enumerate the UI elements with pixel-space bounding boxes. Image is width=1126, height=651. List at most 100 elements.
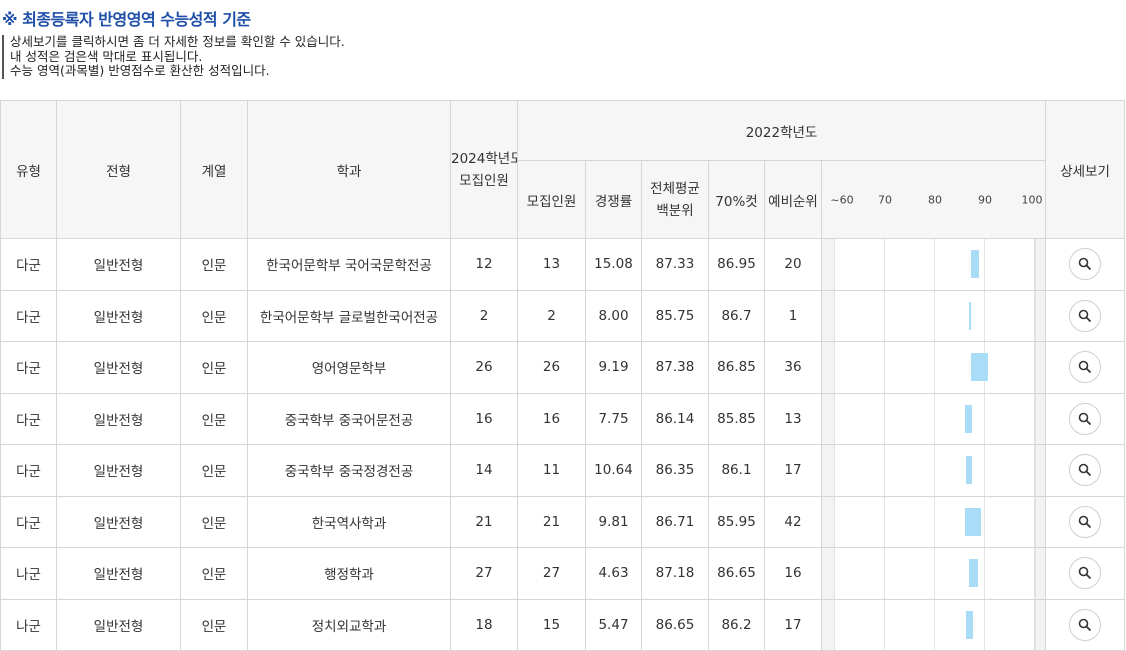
row-detail-cell [1045, 495, 1126, 548]
row-type: 나군 [0, 598, 57, 651]
row-waitlist: 1 [764, 289, 822, 342]
row-quota: 11 [517, 444, 586, 497]
chart-gridline [934, 290, 935, 341]
chart-gridline [884, 548, 885, 599]
magnifier-icon [1078, 515, 1092, 528]
score-range-bar [965, 507, 982, 536]
chart-gridline [884, 599, 885, 650]
row-quota-2024: 21 [450, 495, 518, 548]
chart-gridline [1035, 496, 1036, 547]
chart-gridline [984, 599, 985, 650]
axis-label: 100 [1021, 193, 1043, 206]
magnifier-icon [1078, 257, 1092, 271]
chart-gridline [834, 599, 835, 650]
row-cut70: 86.1 [708, 444, 765, 497]
row-competition: 7.75 [585, 392, 642, 445]
row-track: 인문 [180, 444, 248, 497]
score-range-chart [820, 289, 1047, 342]
row-admission: 일반전형 [56, 547, 181, 600]
row-detail-cell [1045, 598, 1126, 651]
row-track: 인문 [180, 547, 248, 600]
row-cut70: 86.65 [708, 547, 765, 600]
chart-gridline [1035, 599, 1036, 650]
row-avg: 86.14 [641, 392, 709, 445]
row-type: 다군 [0, 495, 57, 548]
chart-gridline [984, 548, 985, 599]
row-cut70: 86.2 [708, 598, 765, 651]
page-title: ※ 최종등록자 반영영역 수능성적 기준 [2, 10, 251, 29]
detail-button[interactable] [1069, 608, 1102, 641]
row-cut70: 86.85 [708, 341, 765, 394]
header-quota-2024-line2: 모집인원 [459, 172, 509, 189]
row-admission: 일반전형 [56, 392, 181, 445]
row-competition: 9.81 [585, 495, 642, 548]
row-quota-2024: 14 [450, 444, 518, 497]
chart-gridline [884, 290, 885, 341]
info-notes: 상세보기를 클릭하시면 좀 더 자세한 정보를 확인할 수 있습니다. 내 성적… [2, 34, 345, 79]
header-waitlist: 예비순위 [764, 160, 822, 239]
score-range-chart [820, 598, 1047, 651]
row-avg: 87.33 [641, 238, 709, 291]
row-waitlist: 13 [764, 392, 822, 445]
row-admission: 일반전형 [56, 444, 181, 497]
detail-button[interactable] [1069, 454, 1102, 487]
row-avg: 87.18 [641, 547, 709, 600]
header-competition: 경쟁률 [585, 160, 642, 239]
detail-button[interactable] [1069, 248, 1102, 281]
table-row: 나군 일반전형 인문 정치외교학과 18 15 5.47 86.65 86.2 17 [0, 598, 1126, 651]
detail-button[interactable] [1069, 557, 1102, 590]
row-dept: 한국역사학과 [247, 495, 451, 548]
row-type: 나군 [0, 547, 57, 600]
row-track: 인문 [180, 341, 248, 394]
row-quota-2024: 12 [450, 238, 518, 291]
row-detail-cell [1045, 341, 1126, 394]
chart-gridline [884, 496, 885, 547]
detail-button[interactable] [1069, 299, 1102, 332]
row-dept: 영어영문학부 [247, 341, 451, 394]
magnifier-icon [1078, 309, 1092, 322]
score-range-bar [966, 456, 973, 484]
row-detail-cell [1045, 444, 1126, 497]
detail-button[interactable] [1069, 402, 1102, 435]
chart-gridline [934, 496, 935, 547]
chart-gridline [884, 342, 885, 393]
chart-gridline [834, 290, 835, 341]
chart-gridline [984, 445, 985, 496]
header-avg-line1: 전체평균 [650, 180, 700, 197]
row-type: 다군 [0, 341, 57, 394]
row-waitlist: 16 [764, 547, 822, 600]
score-range-chart [820, 444, 1047, 497]
row-type: 다군 [0, 392, 57, 445]
chart-gridline [1035, 239, 1036, 290]
row-competition: 4.63 [585, 547, 642, 600]
row-competition: 5.47 [585, 598, 642, 651]
row-dept: 중국학부 중국어문전공 [247, 392, 451, 445]
chart-gridline [1035, 393, 1036, 444]
chart-gridline [1035, 342, 1036, 393]
row-quota-2024: 16 [450, 392, 518, 445]
row-dept: 한국어문학부 국어국문학전공 [247, 238, 451, 291]
chart-gridline [934, 239, 935, 290]
chart-gridline [834, 342, 835, 393]
detail-button[interactable] [1069, 351, 1102, 384]
row-dept: 행정학과 [247, 547, 451, 600]
table-row: 다군 일반전형 인문 중국학부 중국어문전공 16 16 7.75 86.14 85.85 13 [0, 392, 1126, 445]
row-track: 인문 [180, 289, 248, 342]
header-quota-2024-line1: 2024학년도 [451, 150, 518, 167]
row-avg: 87.38 [641, 341, 709, 394]
row-quota-2024: 27 [450, 547, 518, 600]
chart-gridline [1035, 290, 1036, 341]
header-track: 계열 [180, 100, 248, 239]
row-admission: 일반전형 [56, 289, 181, 342]
row-competition: 10.64 [585, 444, 642, 497]
axis-label: 70 [878, 193, 892, 206]
magnifier-icon [1078, 412, 1092, 425]
row-competition: 8.00 [585, 289, 642, 342]
table-row: 다군 일반전형 인문 한국어문학부 국어국문학전공 12 13 15.08 87.33 86.9… [0, 238, 1126, 291]
row-quota: 15 [517, 598, 586, 651]
chart-gridline [934, 548, 935, 599]
chart-gridline [884, 393, 885, 444]
row-cut70: 86.95 [708, 238, 765, 291]
detail-button[interactable] [1069, 505, 1102, 538]
score-range-chart [820, 238, 1047, 291]
